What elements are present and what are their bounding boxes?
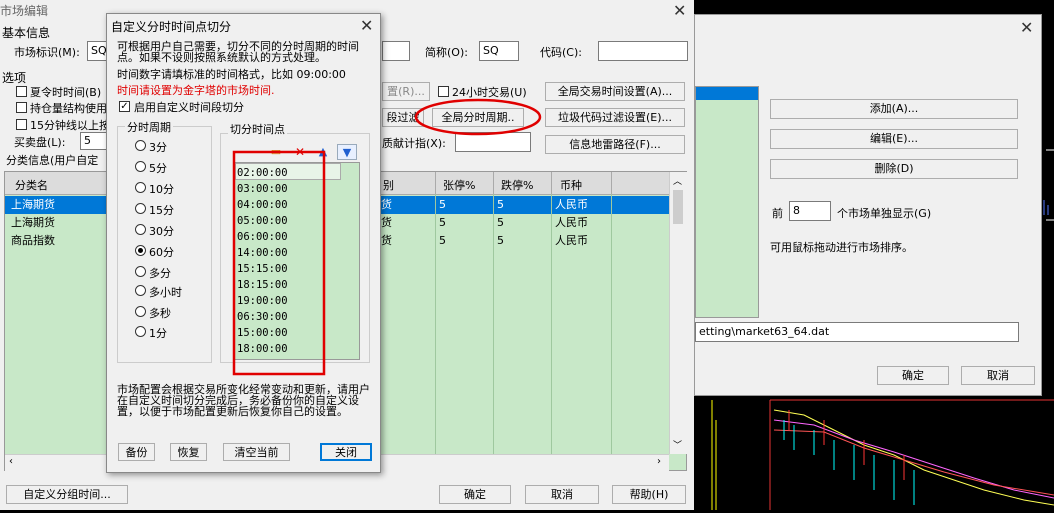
annotation-overlay <box>232 98 542 376</box>
time-list-highlight <box>232 150 326 376</box>
global-period-highlight <box>414 98 542 136</box>
